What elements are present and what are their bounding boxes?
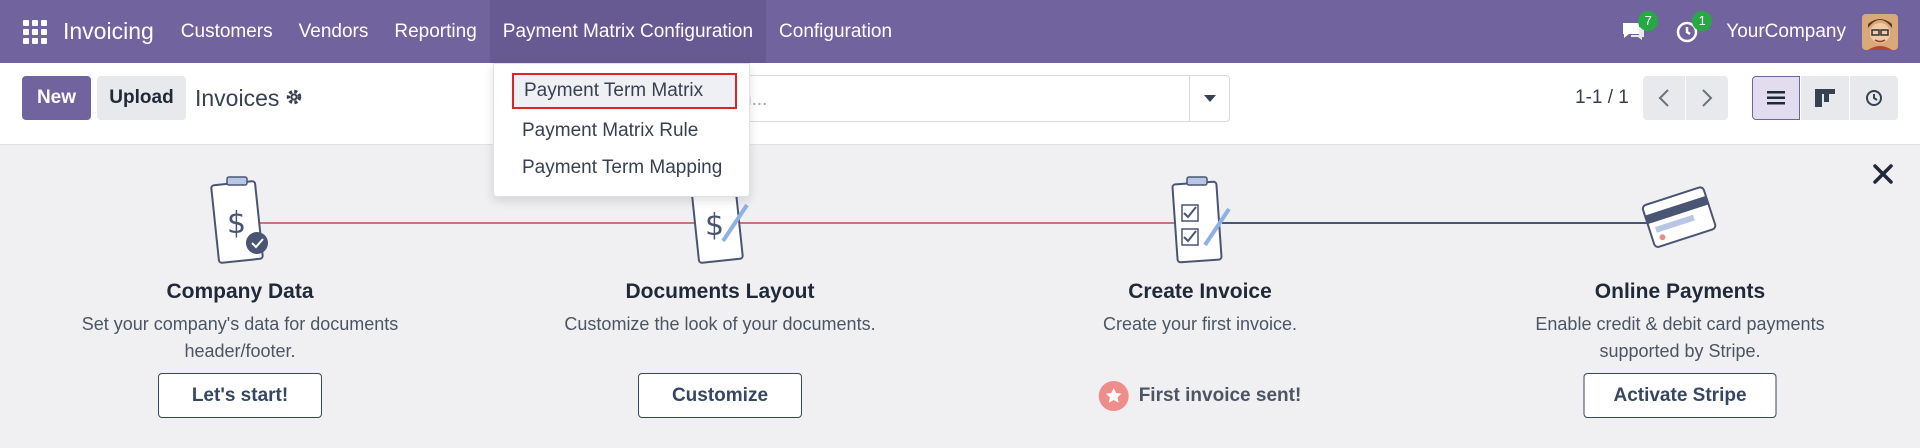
caret-down-icon [1203,94,1216,102]
pager-next-button[interactable] [1686,76,1728,120]
gear-icon[interactable] [285,88,303,111]
menu-configuration[interactable]: Configuration [766,0,905,63]
connector-line [1222,222,1682,224]
dropdown-item-payment-term-matrix[interactable]: Payment Term Matrix [512,73,737,109]
activate-stripe-button[interactable]: Activate Stripe [1583,373,1777,418]
user-avatar[interactable] [1862,13,1898,50]
upload-button[interactable]: Upload [97,76,186,120]
credit-card-illustration [1640,175,1720,270]
activities-count-badge: 1 [1692,10,1713,31]
list-view-button[interactable] [1752,76,1800,120]
apps-menu-icon[interactable] [23,19,47,44]
connector-line [258,222,722,224]
step-title: Create Invoice [1128,280,1272,303]
step-description: Set your company's data for documents he… [81,314,399,361]
close-icon[interactable] [1868,159,1898,189]
systray: 7 1 YourCompany [1618,0,1920,63]
connector-line [740,222,1198,224]
company-data-illustration: $ [205,175,275,270]
step-title: Company Data [166,280,314,303]
messages-count-badge: 7 [1638,10,1659,31]
svg-text:$: $ [227,206,246,241]
customize-button[interactable]: Customize [638,373,802,418]
lets-start-button[interactable]: Let's start! [158,373,322,418]
search-bar[interactable]: h... [740,75,1230,122]
activity-view-button[interactable] [1850,76,1898,120]
step-title: Online Payments [1594,280,1766,303]
chevron-right-icon [1702,89,1713,107]
step-description: Enable credit & debit card payments supp… [1535,314,1825,361]
menu-vendors[interactable]: Vendors [286,0,382,63]
top-navbar: Invoicing Customers Vendors Reporting Pa… [0,0,1920,63]
menu-customers[interactable]: Customers [168,0,286,63]
messages-icon[interactable]: 7 [1618,10,1659,47]
control-panel: New Upload Invoices h... 1-1 / 1 [0,63,1920,145]
app-name[interactable]: Invoicing [63,18,154,45]
menu-reporting[interactable]: Reporting [381,0,489,63]
svg-text:$: $ [705,208,724,243]
step-description: Customize the look of your documents. [564,314,876,334]
page-title: Invoices [195,85,280,111]
star-icon [1098,381,1129,411]
dropdown-item-payment-matrix-rule[interactable]: Payment Matrix Rule [494,113,749,149]
chevron-left-icon [1658,89,1669,107]
clock-icon [1866,90,1882,106]
onboarding-panel: $ Company Data Set your company's data f… [0,145,1920,448]
step-title: Documents Layout [625,280,815,303]
pager-value[interactable]: 1-1 / 1 [1575,87,1629,109]
payment-matrix-dropdown: Payment Term Matrix Payment Matrix Rule … [493,63,750,197]
kanban-view-button[interactable] [1801,76,1849,120]
status-text: First invoice sent! [1138,385,1302,406]
list-icon [1767,91,1785,105]
search-options-toggle[interactable] [1189,76,1229,121]
dropdown-item-payment-term-mapping[interactable]: Payment Term Mapping [494,150,749,186]
create-invoice-illustration [1165,175,1235,270]
kanban-icon [1815,89,1835,107]
first-invoice-sent-status: First invoice sent! [1098,381,1302,411]
step-description: Create your first invoice. [1102,314,1298,334]
new-button[interactable]: New [22,76,91,120]
menu-payment-matrix-configuration[interactable]: Payment Matrix Configuration [489,0,767,63]
activities-clock-icon[interactable]: 1 [1672,10,1713,47]
pager-previous-button[interactable] [1643,76,1685,120]
company-switcher[interactable]: YourCompany [1726,21,1846,43]
